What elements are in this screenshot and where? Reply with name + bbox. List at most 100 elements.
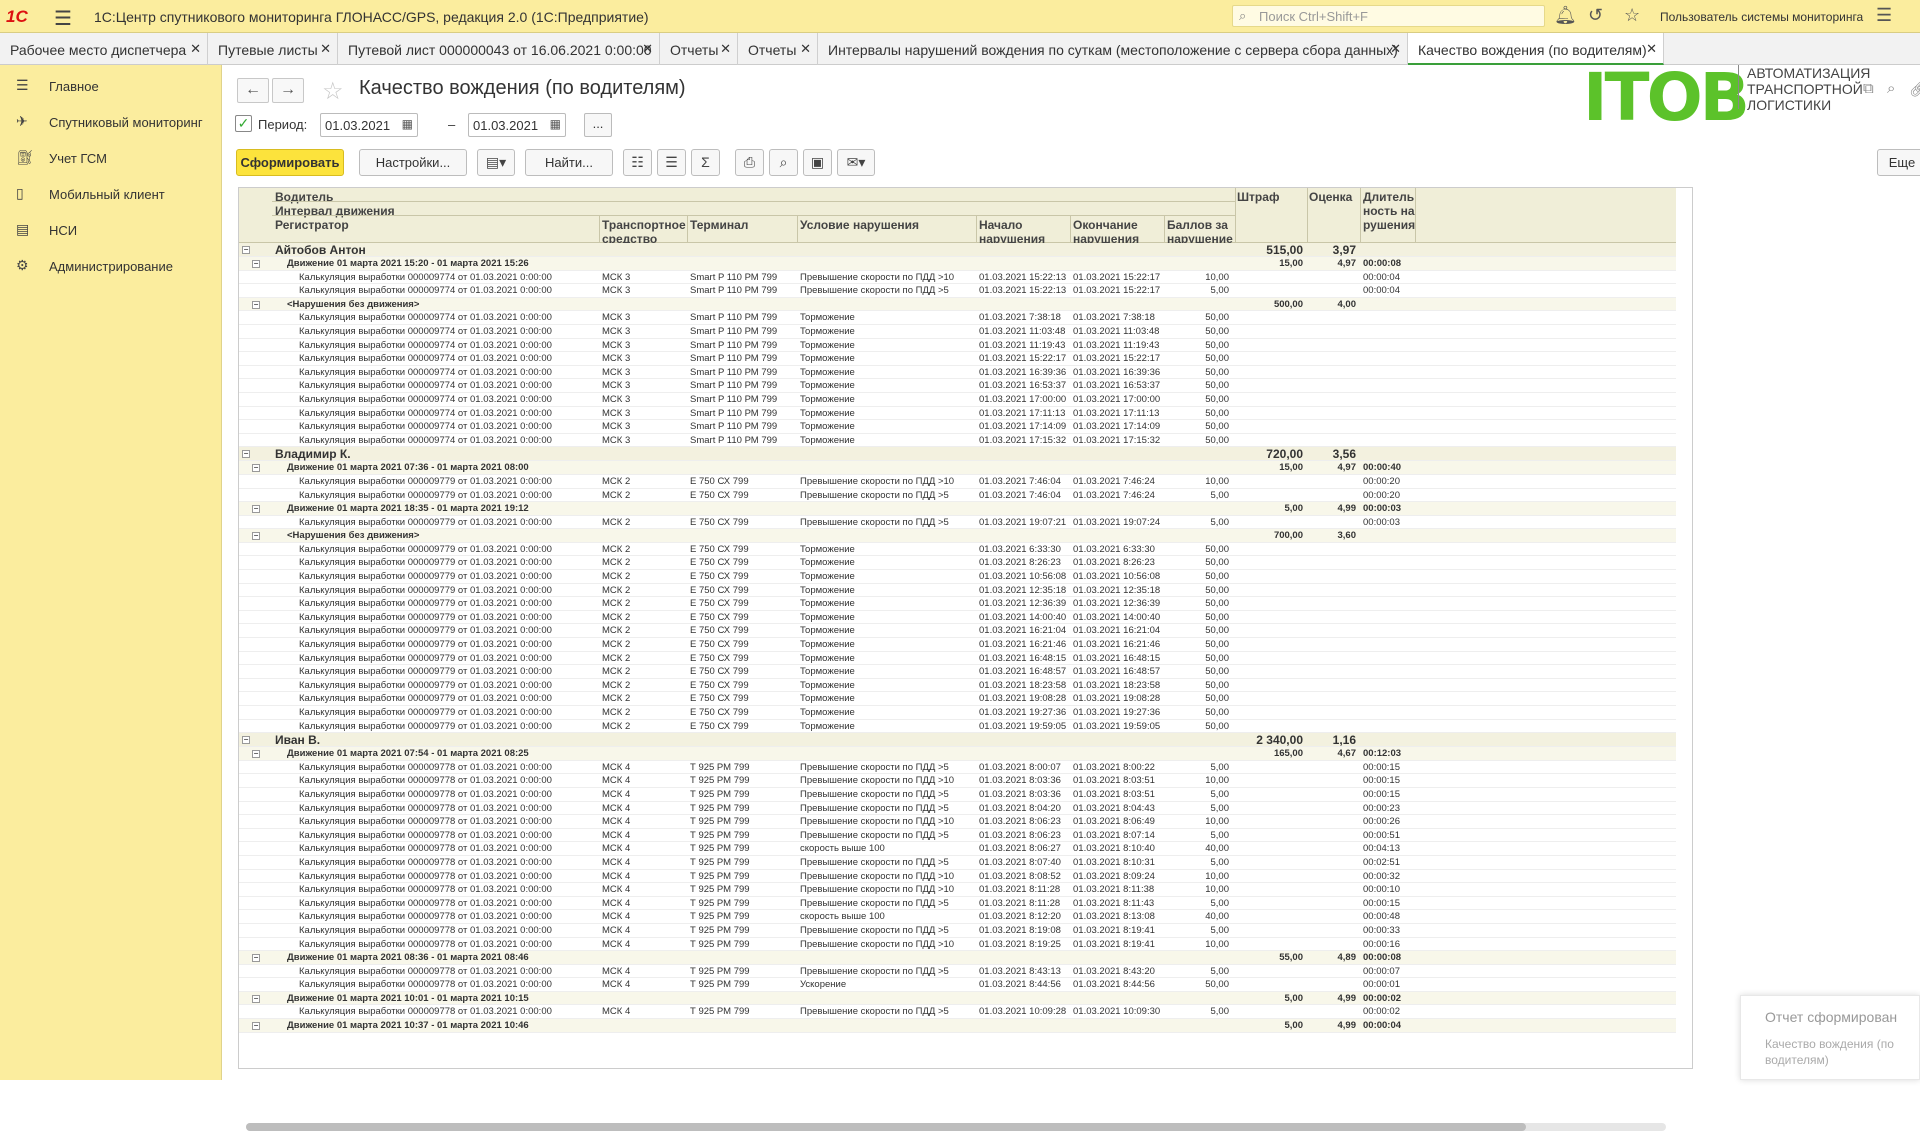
horizontal-scrollbar[interactable]	[246, 1123, 1666, 1131]
table-row[interactable]: Калькуляция выработки 000009779 от 01.03…	[239, 624, 1676, 639]
sidebar-item-fuel[interactable]: ⛽︎ Учет ГСМ	[0, 143, 222, 173]
variant-dropdown-icon[interactable]: ▤▾	[477, 149, 515, 176]
close-icon[interactable]: ✕	[800, 41, 811, 57]
settings-button[interactable]: Настройки...	[359, 149, 467, 176]
sidebar-item-nsi[interactable]: ▤ НСИ	[0, 215, 222, 245]
favorite-star-icon[interactable]: ☆	[322, 77, 344, 106]
table-row[interactable]: Калькуляция выработки 000009779 от 01.03…	[239, 679, 1676, 693]
collapse-toggle-icon[interactable]: −	[242, 246, 250, 254]
collapse-toggle-icon[interactable]: −	[252, 1022, 260, 1031]
table-row[interactable]: Калькуляция выработки 000009779 от 01.03…	[239, 692, 1676, 706]
driver-row[interactable]: − Айтобов Антон 515,00 3,97	[239, 243, 1676, 257]
table-row[interactable]: Калькуляция выработки 000009779 от 01.03…	[239, 570, 1676, 584]
collapse-toggle-icon[interactable]: −	[252, 260, 260, 268]
table-row[interactable]: Калькуляция выработки 000009778 от 01.03…	[239, 978, 1676, 992]
notification-toast[interactable]: Отчет сформирован Качество вождения (по …	[1740, 995, 1920, 1080]
sidebar-item-satellite-monitoring[interactable]: ✈ Спутниковый мониторинг	[0, 107, 222, 137]
scrollbar-thumb[interactable]	[246, 1123, 1526, 1131]
table-row[interactable]: Калькуляция выработки 000009779 от 01.03…	[239, 543, 1676, 557]
table-row[interactable]: Калькуляция выработки 000009779 от 01.03…	[239, 720, 1676, 734]
find-button[interactable]: Найти...	[525, 149, 613, 176]
collapse-toggle-icon[interactable]: −	[252, 464, 260, 473]
table-row[interactable]: Калькуляция выработки 000009778 от 01.03…	[239, 761, 1676, 775]
back-button[interactable]: ←	[237, 78, 269, 103]
collapse-groups-icon[interactable]: ☰	[657, 149, 686, 176]
tab-dispatcher-workplace[interactable]: Рабочее место диспетчера ✕	[0, 33, 208, 65]
collapse-toggle-icon[interactable]: −	[252, 532, 260, 541]
interval-row[interactable]: − Движение 01 марта 2021 18:35 - 01 марта…	[239, 502, 1676, 516]
table-row[interactable]: Калькуляция выработки 000009779 от 01.03…	[239, 475, 1676, 489]
print-icon[interactable]: ⎙	[735, 149, 764, 176]
close-icon[interactable]: ✕	[1390, 41, 1401, 57]
calendar-icon[interactable]: ▦	[402, 117, 413, 131]
table-row[interactable]: Калькуляция выработки 000009774 от 01.03…	[239, 352, 1676, 366]
table-row[interactable]: Калькуляция выработки 000009779 от 01.03…	[239, 638, 1676, 652]
more-button[interactable]: Еще	[1877, 149, 1920, 176]
table-row[interactable]: Калькуляция выработки 000009778 от 01.03…	[239, 897, 1676, 911]
table-row[interactable]: Калькуляция выработки 000009779 от 01.03…	[239, 489, 1676, 503]
table-row[interactable]: Калькуляция выработки 000009778 от 01.03…	[239, 842, 1676, 856]
table-row[interactable]: Калькуляция выработки 000009778 от 01.03…	[239, 924, 1676, 938]
table-row[interactable]: Калькуляция выработки 000009774 от 01.03…	[239, 434, 1676, 448]
close-icon[interactable]: ✕	[190, 41, 201, 57]
interval-row[interactable]: − Движение 01 марта 2021 07:54 - 01 марта…	[239, 747, 1676, 761]
table-row[interactable]: Калькуляция выработки 000009778 от 01.03…	[239, 883, 1676, 897]
main-menu-icon[interactable]: ☰	[54, 6, 72, 31]
report-table[interactable]: Водитель Интервал движения Регистратор Т…	[238, 187, 1693, 1069]
table-row[interactable]: Калькуляция выработки 000009778 от 01.03…	[239, 774, 1676, 788]
table-row[interactable]: Калькуляция выработки 000009774 от 01.03…	[239, 325, 1676, 339]
email-icon[interactable]: ✉▾	[837, 149, 875, 176]
attach-icon[interactable]: ⧉	[1863, 80, 1874, 97]
table-row[interactable]: Калькуляция выработки 000009774 от 01.03…	[239, 284, 1676, 298]
link-icon[interactable]: 🔗︎	[1909, 80, 1920, 98]
collapse-toggle-icon[interactable]: −	[252, 300, 260, 309]
table-row[interactable]: Калькуляция выработки 000009778 от 01.03…	[239, 938, 1676, 952]
interval-row[interactable]: − <Нарушения без движения> 700,00 3,60	[239, 529, 1676, 543]
tab-reports-1[interactable]: Отчеты ✕	[660, 33, 738, 65]
table-row[interactable]: Калькуляция выработки 000009774 от 01.03…	[239, 420, 1676, 434]
close-icon[interactable]: ✕	[1646, 41, 1657, 57]
table-row[interactable]: Калькуляция выработки 000009774 от 01.03…	[239, 379, 1676, 393]
sidebar-item-administration[interactable]: ⚙ Администрирование	[0, 251, 222, 281]
interval-row[interactable]: − Движение 01 марта 2021 07:36 - 01 марта…	[239, 461, 1676, 475]
table-row[interactable]: Калькуляция выработки 000009774 от 01.03…	[239, 407, 1676, 421]
close-icon[interactable]: ✕	[720, 41, 731, 57]
table-row[interactable]: Калькуляция выработки 000009778 от 01.03…	[239, 788, 1676, 802]
table-row[interactable]: Калькуляция выработки 000009778 от 01.03…	[239, 829, 1676, 843]
favorites-star-icon[interactable]: ☆	[1624, 5, 1640, 26]
collapse-toggle-icon[interactable]: −	[252, 954, 260, 963]
table-row[interactable]: Калькуляция выработки 000009779 от 01.03…	[239, 597, 1676, 611]
sidebar-item-mobile-client[interactable]: ▯ Мобильный клиент	[0, 179, 222, 209]
table-row[interactable]: Калькуляция выработки 000009778 от 01.03…	[239, 965, 1676, 979]
interval-row[interactable]: − Движение 01 марта 2021 15:20 - 01 марта…	[239, 257, 1676, 271]
date-to-field[interactable]: 01.03.2021 ▦	[468, 113, 566, 137]
collapse-toggle-icon[interactable]: −	[252, 505, 260, 514]
table-row[interactable]: Калькуляция выработки 000009779 от 01.03…	[239, 584, 1676, 598]
collapse-toggle-icon[interactable]: −	[242, 736, 250, 745]
table-row[interactable]: Калькуляция выработки 000009774 от 01.03…	[239, 393, 1676, 407]
forward-button[interactable]: →	[272, 78, 304, 103]
tab-waybills[interactable]: Путевые листы ✕	[208, 33, 338, 65]
table-row[interactable]: Калькуляция выработки 000009778 от 01.03…	[239, 802, 1676, 816]
date-from-field[interactable]: 01.03.2021 ▦	[320, 113, 418, 137]
table-row[interactable]: Калькуляция выработки 000009778 от 01.03…	[239, 870, 1676, 884]
table-row[interactable]: Калькуляция выработки 000009774 от 01.03…	[239, 366, 1676, 380]
interval-row[interactable]: − Движение 01 марта 2021 08:36 - 01 марта…	[239, 951, 1676, 965]
collapse-toggle-icon[interactable]: −	[252, 994, 260, 1003]
history-icon[interactable]: ↺	[1588, 5, 1603, 26]
close-icon[interactable]: ✕	[320, 41, 331, 57]
driver-row[interactable]: − Иван В. 2 340,00 1,16	[239, 733, 1676, 748]
table-row[interactable]: Калькуляция выработки 000009779 от 01.03…	[239, 611, 1676, 625]
user-name[interactable]: Пользователь системы мониторинга	[1660, 10, 1863, 24]
tab-waybill-43[interactable]: Путевой лист 000000043 от 16.06.2021 0:0…	[338, 33, 660, 65]
tab-reports-2[interactable]: Отчеты ✕	[738, 33, 818, 65]
search-input[interactable]: ⌕ Поиск Ctrl+Shift+F	[1232, 5, 1545, 27]
bell-icon[interactable]: 🔔︎	[1554, 5, 1577, 26]
generate-button[interactable]: Сформировать	[236, 149, 344, 176]
interval-row[interactable]: − Движение 01 марта 2021 10:37 - 01 марта…	[239, 1019, 1676, 1033]
interval-row[interactable]: − <Нарушения без движения> 500,00 4,00	[239, 297, 1676, 312]
close-icon[interactable]: ✕	[642, 41, 653, 57]
tab-violation-intervals[interactable]: Интервалы нарушений вождения по суткам (…	[818, 33, 1408, 65]
period-checkbox[interactable]: ✓	[235, 115, 252, 132]
table-row[interactable]: Калькуляция выработки 000009774 от 01.03…	[239, 311, 1676, 325]
